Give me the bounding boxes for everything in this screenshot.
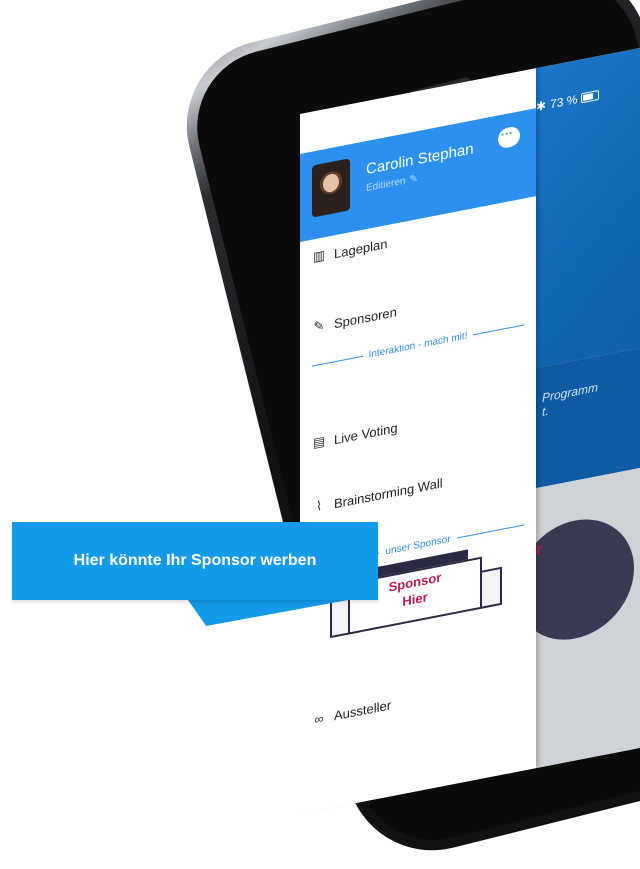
bluetooth-icon: ✱ bbox=[536, 98, 547, 115]
pencil-icon: ✎ bbox=[409, 173, 418, 186]
section-label: unser Sponsor bbox=[385, 533, 451, 557]
menu-item-sponsoren[interactable]: ✎ Sponsoren bbox=[312, 299, 397, 340]
callout-text: Hier könnte Ihr Sponsor werben bbox=[73, 552, 317, 569]
menu-item-brainstorming-wall[interactable]: ⌇ Brainstorming Wall bbox=[312, 470, 443, 519]
link-icon: ∞ bbox=[314, 709, 324, 727]
menu-item-aussteller[interactable]: ∞ Aussteller bbox=[312, 692, 391, 731]
divider-line bbox=[473, 323, 525, 335]
menu-item-live-voting[interactable]: ▤ Live Voting bbox=[312, 415, 398, 456]
map-icon: ▥ bbox=[312, 247, 326, 265]
pin-icon: ✎ bbox=[313, 317, 325, 335]
battery-icon bbox=[581, 89, 600, 104]
background-panel bbox=[536, 347, 640, 489]
background-app: Programm t. r bbox=[516, 47, 640, 769]
navigation-drawer: Carolin Stephan Editieren ✎ ▥ Lageplan ✎… bbox=[300, 68, 536, 814]
avatar[interactable] bbox=[312, 158, 350, 218]
user-name: Carolin Stephan bbox=[366, 140, 474, 179]
menu-item-label: Lageplan bbox=[334, 235, 388, 261]
menu-item-label: Brainstorming Wall bbox=[334, 474, 443, 511]
divider-line bbox=[312, 355, 363, 367]
callout-tail bbox=[188, 600, 367, 626]
menu-item-label: Sponsoren bbox=[334, 303, 397, 331]
divider-line bbox=[456, 523, 525, 539]
background-seal-letter: r bbox=[536, 540, 543, 560]
chat-icon[interactable] bbox=[498, 125, 520, 150]
battery-percent: 73 % bbox=[550, 92, 578, 112]
callout-bubble: Hier könnte Ihr Sponsor werben bbox=[12, 522, 378, 600]
document-icon: ▤ bbox=[312, 433, 326, 451]
edit-label: Editieren bbox=[366, 175, 406, 195]
section-label: Interaktion - mach mit! bbox=[368, 329, 468, 361]
drawer-header: Carolin Stephan Editieren ✎ bbox=[300, 108, 536, 242]
paperclip-icon: ⌇ bbox=[315, 497, 323, 514]
phone-screen: Programm t. r ✱ 73 % Carolin Stephan Edi… bbox=[300, 47, 640, 814]
menu-item-label: Aussteller bbox=[334, 696, 392, 723]
menu-item-label: Live Voting bbox=[334, 419, 398, 447]
